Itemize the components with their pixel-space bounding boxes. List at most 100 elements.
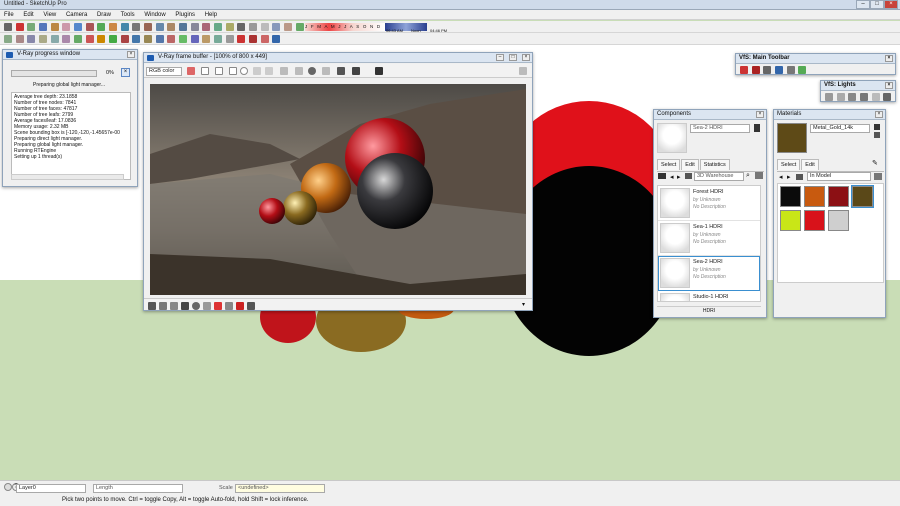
back-icon[interactable]: ◂ bbox=[670, 173, 674, 181]
rendered-image[interactable] bbox=[150, 84, 526, 295]
maximize-button[interactable]: □ bbox=[870, 0, 884, 9]
srgb-icon[interactable] bbox=[192, 302, 200, 310]
stamp-icon[interactable] bbox=[236, 302, 244, 310]
create-material-icon[interactable] bbox=[874, 124, 880, 130]
menu-edit[interactable]: Edit bbox=[19, 10, 37, 19]
vray-render-icon[interactable] bbox=[237, 35, 246, 43]
stamp-icon[interactable] bbox=[190, 35, 199, 43]
left-view-icon[interactable] bbox=[62, 35, 71, 43]
polygon-tool-icon[interactable] bbox=[39, 23, 48, 31]
component-name-field[interactable]: Sea-2 HDRI bbox=[690, 124, 750, 133]
tab-select[interactable]: Select bbox=[657, 159, 681, 170]
look-tool-icon[interactable] bbox=[225, 23, 234, 31]
close-button[interactable]: × bbox=[884, 0, 898, 9]
lut-icon[interactable] bbox=[203, 302, 211, 310]
union-icon[interactable] bbox=[85, 35, 94, 43]
history-icon[interactable] bbox=[247, 302, 255, 310]
default-material-icon[interactable] bbox=[874, 132, 880, 138]
swatch-lime[interactable] bbox=[780, 210, 801, 231]
list-item[interactable]: Studio-1 HDRI bbox=[658, 291, 760, 301]
search-icon[interactable]: ⌕ bbox=[746, 172, 750, 180]
top-view-icon[interactable] bbox=[15, 35, 24, 43]
in-model-icon[interactable] bbox=[796, 174, 803, 180]
zoom-tool-icon[interactable] bbox=[179, 23, 188, 31]
view-options-icon[interactable] bbox=[658, 173, 666, 179]
material-name-field[interactable]: Metal_Gold_14k bbox=[810, 124, 870, 133]
framebuffer-minimize-button[interactable]: – bbox=[496, 54, 504, 61]
green-channel-icon[interactable] bbox=[201, 67, 209, 75]
paint-tool-icon[interactable] bbox=[62, 23, 71, 31]
menu-view[interactable]: View bbox=[39, 10, 60, 19]
swatch-gold-selected[interactable] bbox=[851, 185, 874, 208]
ies-light-icon[interactable] bbox=[860, 93, 869, 101]
pan-tool-icon[interactable] bbox=[167, 23, 176, 31]
progress-window-titlebar[interactable]: V-Ray progress window × bbox=[3, 50, 137, 60]
intersect-icon[interactable] bbox=[74, 35, 83, 43]
geo-location-icon[interactable] bbox=[4, 483, 12, 491]
scale-tool-icon[interactable] bbox=[109, 23, 118, 31]
channel-select[interactable]: RGB color bbox=[146, 67, 182, 76]
section-tool-icon[interactable] bbox=[202, 23, 211, 31]
vfs-lights-close-button[interactable]: × bbox=[885, 82, 893, 89]
load-image-icon[interactable] bbox=[265, 67, 273, 75]
eraser-tool-icon[interactable] bbox=[50, 23, 59, 31]
layer-select[interactable]: Layer0 bbox=[16, 484, 86, 493]
sandbox-icon[interactable] bbox=[167, 35, 176, 43]
monochrome-style-icon[interactable] bbox=[295, 23, 304, 31]
materials-titlebar[interactable]: Materials × bbox=[774, 110, 885, 120]
xray-style-icon[interactable] bbox=[237, 23, 246, 31]
menu-tools[interactable]: Tools bbox=[117, 10, 139, 19]
clear-image-icon[interactable] bbox=[280, 67, 288, 75]
back-view-icon[interactable] bbox=[50, 35, 59, 43]
sample-paint-icon[interactable]: ✎ bbox=[872, 159, 878, 167]
progress-cancel-button[interactable]: × bbox=[121, 68, 130, 77]
drape-icon[interactable] bbox=[202, 35, 211, 43]
minimize-button[interactable]: – bbox=[856, 0, 870, 9]
vfb-options-icon[interactable] bbox=[519, 67, 527, 75]
save-image-icon[interactable] bbox=[253, 67, 261, 75]
vfs-toolbar-close-button[interactable]: × bbox=[885, 55, 893, 62]
curve-icon[interactable] bbox=[170, 302, 178, 310]
expand-icon[interactable]: ▾ bbox=[522, 301, 525, 308]
add-detail-icon[interactable] bbox=[214, 35, 223, 43]
tape-tool-icon[interactable] bbox=[132, 23, 141, 31]
dimension-tool-icon[interactable] bbox=[144, 23, 153, 31]
vfs-lights-titlebar[interactable]: VfS: Lights × bbox=[821, 81, 895, 91]
orbit-tool-icon[interactable] bbox=[155, 23, 164, 31]
wireframe-style-icon[interactable] bbox=[249, 23, 258, 31]
exposure-icon[interactable] bbox=[181, 302, 189, 310]
framebuffer-titlebar[interactable]: V-Ray frame buffer - [100% of 800 x 449]… bbox=[144, 53, 532, 63]
track-mouse-icon[interactable] bbox=[308, 67, 316, 75]
region-render-icon[interactable] bbox=[322, 67, 330, 75]
split-icon[interactable] bbox=[120, 35, 129, 43]
render-last-icon[interactable] bbox=[352, 67, 360, 75]
link-vfb-icon[interactable] bbox=[375, 67, 383, 75]
offset-tool-icon[interactable] bbox=[120, 23, 129, 31]
pushpull-tool-icon[interactable] bbox=[74, 23, 83, 31]
outer-shell-icon[interactable] bbox=[144, 35, 153, 43]
move-tool-icon[interactable] bbox=[85, 23, 94, 31]
hidden-line-style-icon[interactable] bbox=[260, 23, 269, 31]
forward-icon[interactable]: ▸ bbox=[787, 173, 791, 181]
vfs-rt-icon[interactable] bbox=[751, 66, 760, 74]
iso-view-icon[interactable] bbox=[4, 35, 12, 43]
components-titlebar[interactable]: Components × bbox=[654, 110, 766, 120]
front-view-icon[interactable] bbox=[27, 35, 36, 43]
vray-framebuffer-icon[interactable] bbox=[272, 35, 281, 43]
select-tool-icon[interactable] bbox=[4, 23, 12, 31]
ocio-icon[interactable] bbox=[214, 302, 222, 310]
blue-channel-icon[interactable] bbox=[215, 67, 223, 75]
vfs-main-toolbar-titlebar[interactable]: VfS: Main Toolbar × bbox=[736, 54, 895, 64]
rect-light-icon[interactable] bbox=[836, 93, 845, 101]
walk-tool-icon[interactable] bbox=[214, 23, 223, 31]
warehouse-search-input[interactable]: 3D Warehouse bbox=[694, 172, 744, 181]
tab-edit[interactable]: Edit bbox=[801, 159, 819, 170]
menu-camera[interactable]: Camera bbox=[62, 10, 91, 19]
home-icon[interactable] bbox=[685, 173, 692, 179]
solid-tools-icon[interactable] bbox=[155, 35, 164, 43]
list-item[interactable]: Sea-1 HDRI by Unknown No Description bbox=[658, 221, 760, 256]
stop-render-icon[interactable] bbox=[337, 67, 345, 75]
materials-close-button[interactable]: × bbox=[875, 111, 883, 118]
measurement-length-field[interactable]: Length bbox=[93, 484, 183, 493]
framebuffer-maximize-button[interactable]: □ bbox=[509, 54, 517, 61]
